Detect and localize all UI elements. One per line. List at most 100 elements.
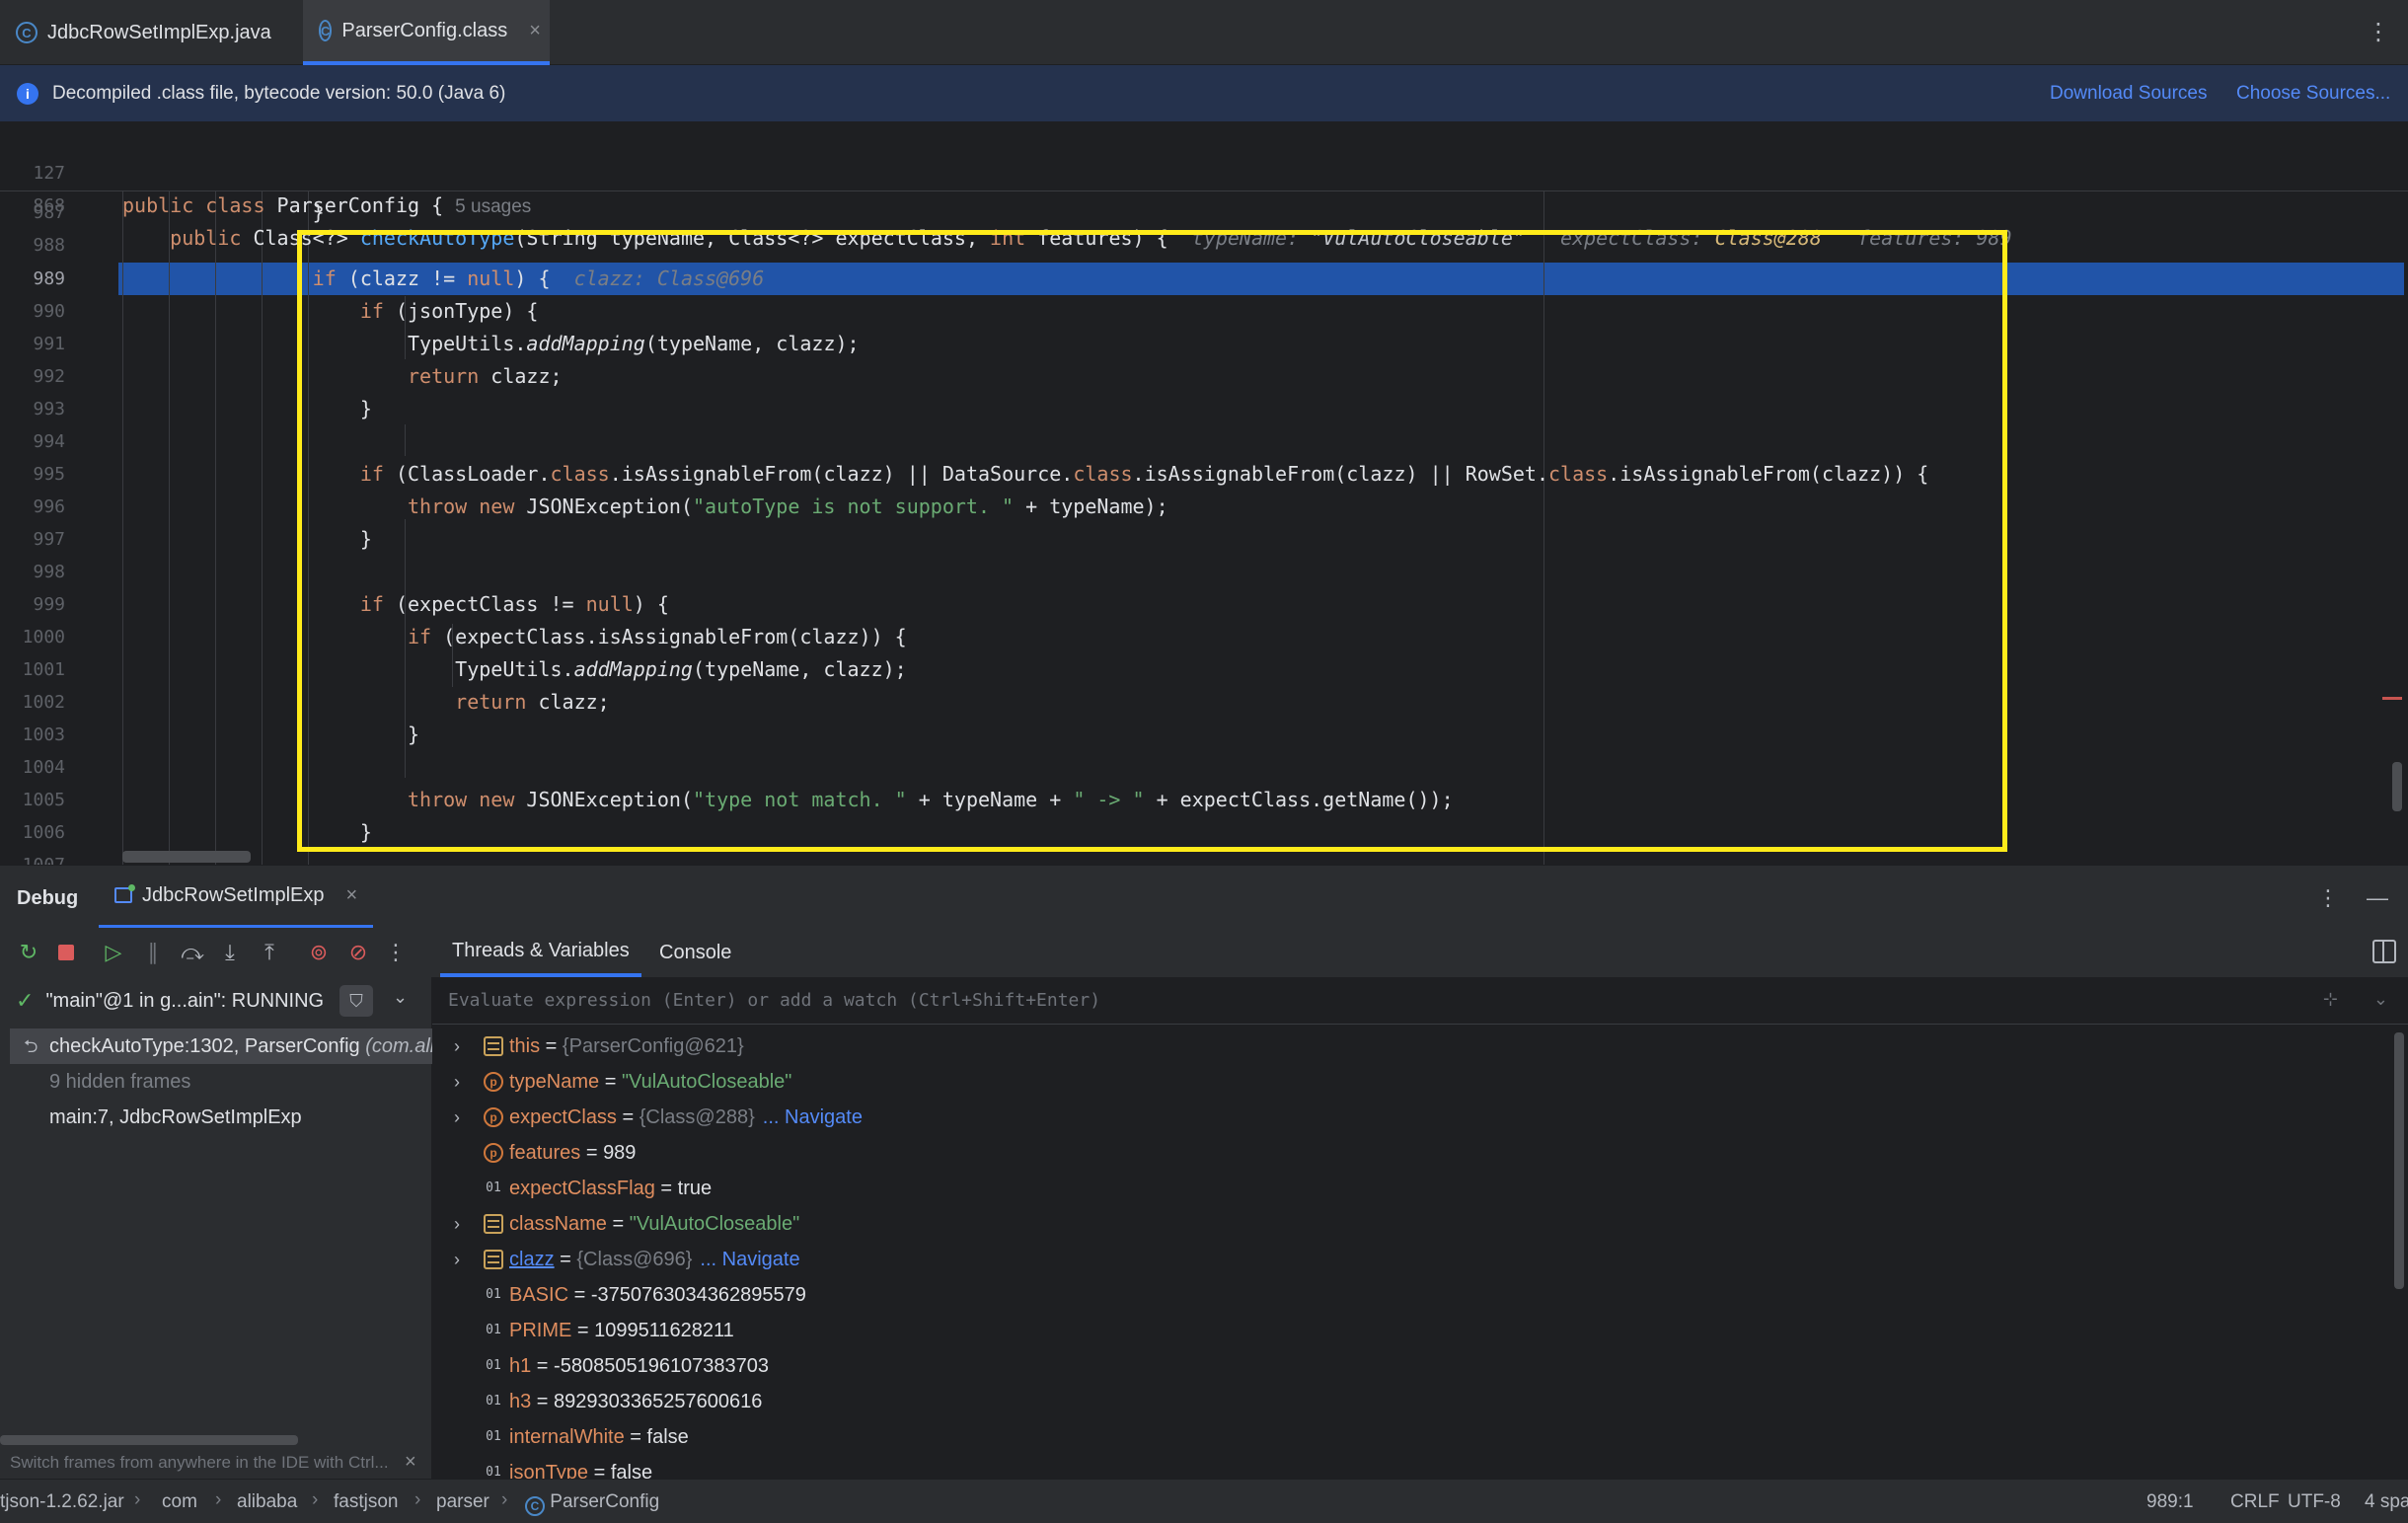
chevron-right-icon: › (414, 1489, 421, 1510)
choose-sources-link[interactable]: Choose Sources... (2236, 83, 2390, 105)
hidden-frames-item[interactable]: 9 hidden frames (10, 1064, 432, 1100)
editor-horizontal-scrollbar[interactable] (122, 851, 251, 863)
primitive-icon: 01 (486, 1465, 501, 1479)
equals-sign: = (571, 1320, 595, 1341)
variables-pane: Evaluate expression (Enter) or add a wat… (432, 977, 2408, 1479)
variables-scrollbar[interactable] (2394, 1032, 2404, 1289)
expand-chevron-icon[interactable]: › (454, 1242, 460, 1277)
more-options-icon[interactable]: ⋮ (2367, 18, 2390, 46)
status-bar: tjson-1.2.62.jar › com › alibaba › fastj… (0, 1479, 2408, 1523)
navigate-link[interactable]: ... Navigate (700, 1249, 799, 1270)
parameter-icon: p (484, 1107, 503, 1127)
breadcrumb-jar[interactable]: tjson-1.2.62.jar (0, 1491, 124, 1513)
tab-console[interactable]: Console (647, 928, 743, 977)
equals-sign: = (568, 1284, 591, 1306)
java-class-icon: C (16, 22, 38, 43)
caret-position[interactable]: 989:1 (2146, 1491, 2194, 1513)
expand-chevron-icon[interactable]: › (454, 1100, 460, 1135)
chevron-down-icon[interactable]: ⌄ (2373, 989, 2388, 1010)
debug-session-tab[interactable]: JdbcRowSetImplExp × (99, 866, 374, 929)
variable-name: jsonType (509, 1462, 589, 1479)
expand-chevron-icon[interactable]: › (454, 1028, 460, 1064)
minimize-icon[interactable]: — (2367, 885, 2388, 911)
rerun-icon[interactable]: ↻ (16, 940, 41, 965)
editor-vertical-scrollbar[interactable] (2392, 762, 2402, 811)
chevron-right-icon: › (134, 1489, 141, 1510)
breadcrumb-com[interactable]: com (162, 1491, 197, 1513)
step-into-icon[interactable]: ⤓ (217, 940, 243, 965)
file-encoding[interactable]: UTF-8 (2288, 1491, 2341, 1513)
banner-text: Decompiled .class file, bytecode version… (52, 82, 506, 104)
equals-sign: = (616, 1106, 640, 1128)
evaluate-expression-input[interactable]: Evaluate expression (Enter) or add a wat… (432, 977, 2408, 1025)
close-tab-icon[interactable]: × (529, 20, 541, 42)
filter-icon[interactable]: ⛉ (339, 985, 373, 1017)
tab-label: JdbcRowSetImplExp.java (47, 21, 271, 43)
view-breakpoints-icon[interactable]: ⊚ (306, 940, 332, 965)
equals-sign: = (554, 1249, 577, 1270)
frames-horizontal-scrollbar[interactable] (0, 1435, 298, 1445)
error-stripe-marker[interactable] (2382, 697, 2402, 700)
usages-count[interactable]: 5 usages (455, 196, 531, 217)
variable-value: -3750763034362895579 (590, 1284, 806, 1306)
parameter-icon: p (484, 1072, 503, 1092)
frame-item[interactable]: ⮌ checkAutoType:1302, ParserConfig (com.… (10, 1028, 432, 1064)
variable-name: clazz (509, 1249, 555, 1270)
variable-name: BASIC (509, 1284, 569, 1306)
equals-sign: = (580, 1142, 604, 1164)
sticky-line-class[interactable]: 127 public class ParserConfig { 5 usages (0, 124, 2408, 217)
primitive-icon: 01 (486, 1180, 501, 1195)
chevron-down-icon[interactable]: ⌄ (393, 987, 408, 1008)
sticky-header: 127 public class ParserConfig { 5 usages… (0, 122, 2408, 250)
mute-breakpoints-icon[interactable]: ⊘ (345, 940, 371, 965)
tab-jdbc-rowset-impl-exp[interactable]: C JdbcRowSetImplExp.java (0, 0, 287, 65)
step-over-icon[interactable]: ⤼ (180, 940, 205, 965)
close-hint-icon[interactable]: × (405, 1451, 416, 1474)
code-editor[interactable]: 127 public class ParserConfig { 5 usages… (0, 122, 2408, 865)
breadcrumb-alibaba[interactable]: alibaba (237, 1491, 297, 1513)
primitive-icon: 01 (486, 1358, 501, 1373)
breadcrumb-fastjson[interactable]: fastjson (334, 1491, 398, 1513)
breadcrumb-class[interactable]: C ParserConfig (525, 1491, 659, 1516)
tab-parser-config[interactable]: C ParserConfig.class × (303, 0, 550, 65)
resume-icon[interactable]: ▷ (101, 940, 126, 965)
stop-icon[interactable] (53, 940, 79, 965)
variable-name: typeName (509, 1071, 600, 1093)
highlight-annotation-box (297, 230, 2007, 852)
debug-toolbar: ↻ ▷ ∥ ⤼ ⤓ ⤒ ⊚ ⊘ ⋮ Threads & Variables Co… (0, 928, 2408, 977)
indent-setting[interactable]: 4 spa (2365, 1491, 2408, 1513)
variable-value: -5808505196107383703 (554, 1355, 770, 1377)
expand-chevron-icon[interactable]: › (454, 1064, 460, 1100)
close-session-icon[interactable]: × (346, 884, 358, 907)
expand-chevron-icon[interactable]: › (454, 1206, 460, 1242)
variable-value: true (677, 1178, 713, 1199)
line-ending[interactable]: CRLF (2230, 1491, 2280, 1513)
more-options-icon[interactable]: ⋮ (2317, 885, 2339, 911)
frame-item[interactable]: main:7, JdbcRowSetImplExp (10, 1100, 432, 1135)
step-out-icon[interactable]: ⤒ (257, 940, 282, 965)
more-actions-icon[interactable]: ⋮ (383, 940, 409, 965)
primitive-icon: 01 (486, 1394, 501, 1409)
tab-threads-variables[interactable]: Threads & Variables (440, 928, 641, 977)
variable-value: 989 (603, 1142, 637, 1164)
variable-name: h3 (509, 1391, 532, 1412)
equals-sign: = (654, 1178, 678, 1199)
sticky-line-method[interactable]: 868 public Class<?> checkAutoType(String… (0, 157, 2408, 250)
breadcrumb-parser[interactable]: parser (436, 1491, 489, 1513)
variable-name: PRIME (509, 1320, 572, 1341)
chevron-right-icon: › (312, 1489, 319, 1510)
debug-session-label: JdbcRowSetImplExp (142, 883, 325, 906)
equals-sign: = (588, 1462, 611, 1479)
primitive-icon: 01 (486, 1429, 501, 1444)
pause-icon[interactable]: ∥ (140, 940, 166, 965)
field-icon (484, 1214, 503, 1234)
add-watch-icon[interactable]: ⊹ (2323, 989, 2338, 1010)
variable-name: features (509, 1142, 581, 1164)
layout-settings-icon[interactable] (2372, 940, 2396, 963)
variable-value: {ParserConfig@621} (562, 1035, 744, 1057)
download-sources-link[interactable]: Download Sources (2050, 83, 2207, 105)
navigate-link[interactable]: ... Navigate (763, 1106, 863, 1128)
variable-value: "VulAutoCloseable" (621, 1071, 792, 1093)
equals-sign: = (540, 1035, 563, 1057)
frames-hint-text: Switch frames from anywhere in the IDE w… (10, 1453, 389, 1472)
